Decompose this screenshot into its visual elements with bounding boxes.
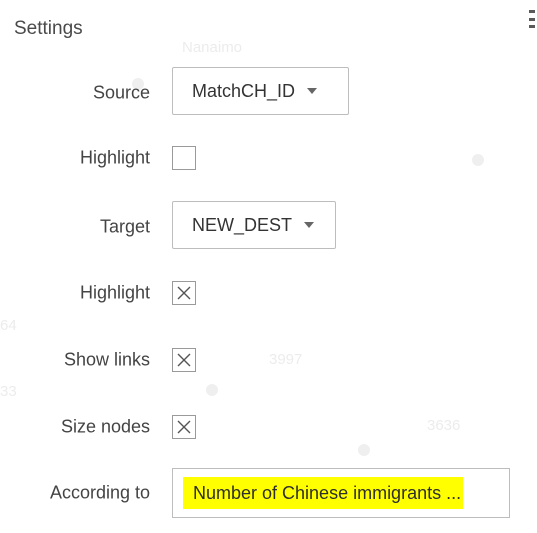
target-select-value: NEW_DEST xyxy=(192,214,293,235)
map-label-64: 64 xyxy=(0,317,17,334)
target-select[interactable]: NEW_DEST xyxy=(172,201,336,249)
target-label: Target xyxy=(99,216,150,237)
show-links-checkbox[interactable] xyxy=(172,348,196,372)
settings-title: Settings xyxy=(14,18,83,39)
source-highlight-checkbox[interactable] xyxy=(172,146,196,170)
according-to-value: Number of Chinese immigrants ... xyxy=(183,477,464,509)
source-highlight-row: Highlight xyxy=(0,132,537,184)
source-highlight-label: Highlight xyxy=(79,147,150,168)
chevron-down-icon xyxy=(304,222,315,228)
according-to-row: According to Number of Chinese immigrant… xyxy=(0,468,537,520)
target-row: Target NEW_DEST xyxy=(0,201,537,253)
source-select-value: MatchCH_ID xyxy=(192,80,296,101)
source-select[interactable]: MatchCH_ID xyxy=(172,67,349,115)
check-x-icon xyxy=(177,420,191,434)
map-label-33: 33 xyxy=(0,383,17,400)
size-nodes-row: Size nodes xyxy=(0,401,537,453)
target-highlight-label: Highlight xyxy=(79,282,150,303)
show-links-row: Show links xyxy=(0,334,537,386)
show-links-label: Show links xyxy=(63,349,150,370)
source-row: Source MatchCH_ID xyxy=(0,67,537,119)
check-x-icon xyxy=(177,353,191,367)
check-x-icon xyxy=(177,286,191,300)
according-to-input[interactable]: Number of Chinese immigrants ... xyxy=(172,468,510,518)
size-nodes-label: Size nodes xyxy=(60,416,150,437)
menu-icon[interactable] xyxy=(529,10,535,28)
target-highlight-row: Highlight xyxy=(0,267,537,319)
settings-panel: Nanaimo 3997 3636 64 33 Settings Source … xyxy=(0,0,537,533)
chevron-down-icon xyxy=(307,88,318,94)
size-nodes-checkbox[interactable] xyxy=(172,415,196,439)
according-to-label: According to xyxy=(49,482,150,503)
source-label: Source xyxy=(92,82,150,103)
map-label-nanaimo: Nanaimo xyxy=(182,39,243,56)
target-highlight-checkbox[interactable] xyxy=(172,281,196,305)
